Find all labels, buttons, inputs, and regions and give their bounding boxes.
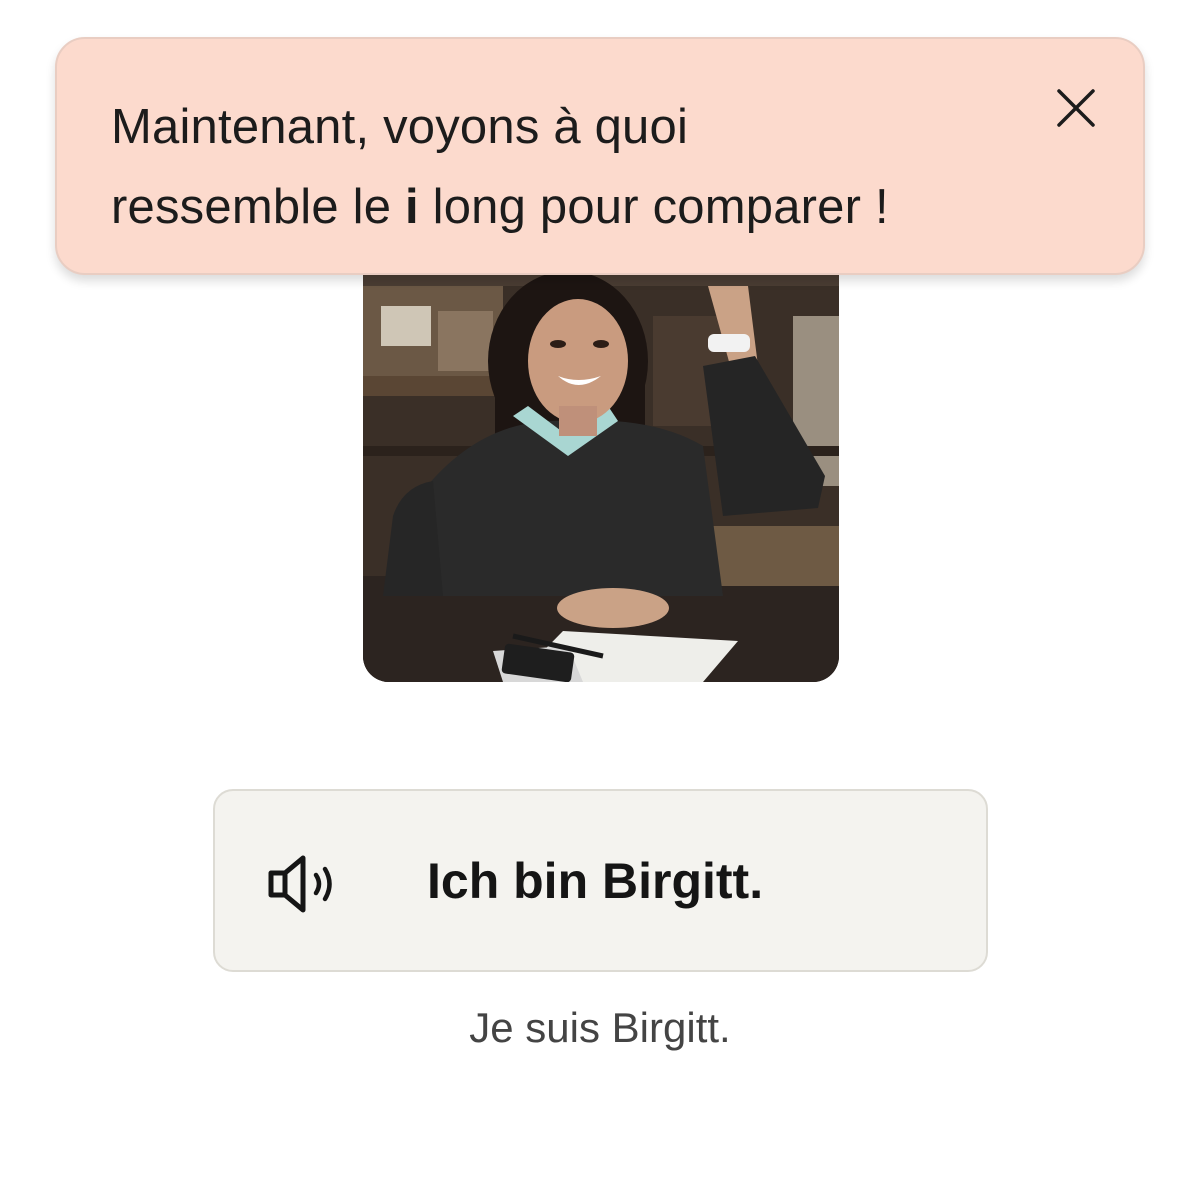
speaker-icon <box>268 855 332 913</box>
lesson-screen: Maintenant, voyons à quoi ressemble le i… <box>0 0 1200 1200</box>
hint-line-2-after: long pour comparer ! <box>418 180 889 234</box>
hint-toast: Maintenant, voyons à quoi ressemble le i… <box>55 37 1145 275</box>
hint-line-2: ressemble le i long pour comparer ! <box>111 167 1011 247</box>
hint-message: Maintenant, voyons à quoi ressemble le i… <box>111 87 1011 247</box>
close-button[interactable] <box>1049 81 1103 135</box>
lesson-photo <box>363 246 839 682</box>
hint-line-2-before: ressemble le <box>111 180 405 234</box>
translation-text: Je suis Birgitt. <box>469 1004 731 1051</box>
close-icon <box>1057 89 1095 127</box>
play-audio-button[interactable] <box>267 854 343 914</box>
phrase-card[interactable]: Ich bin Birgitt. <box>213 789 988 972</box>
hint-highlight-letter: i <box>405 180 419 234</box>
phrase-text: Ich bin Birgitt. <box>427 853 764 909</box>
hint-line-1: Maintenant, voyons à quoi <box>111 100 689 154</box>
woman-raising-hand-image <box>363 246 839 682</box>
